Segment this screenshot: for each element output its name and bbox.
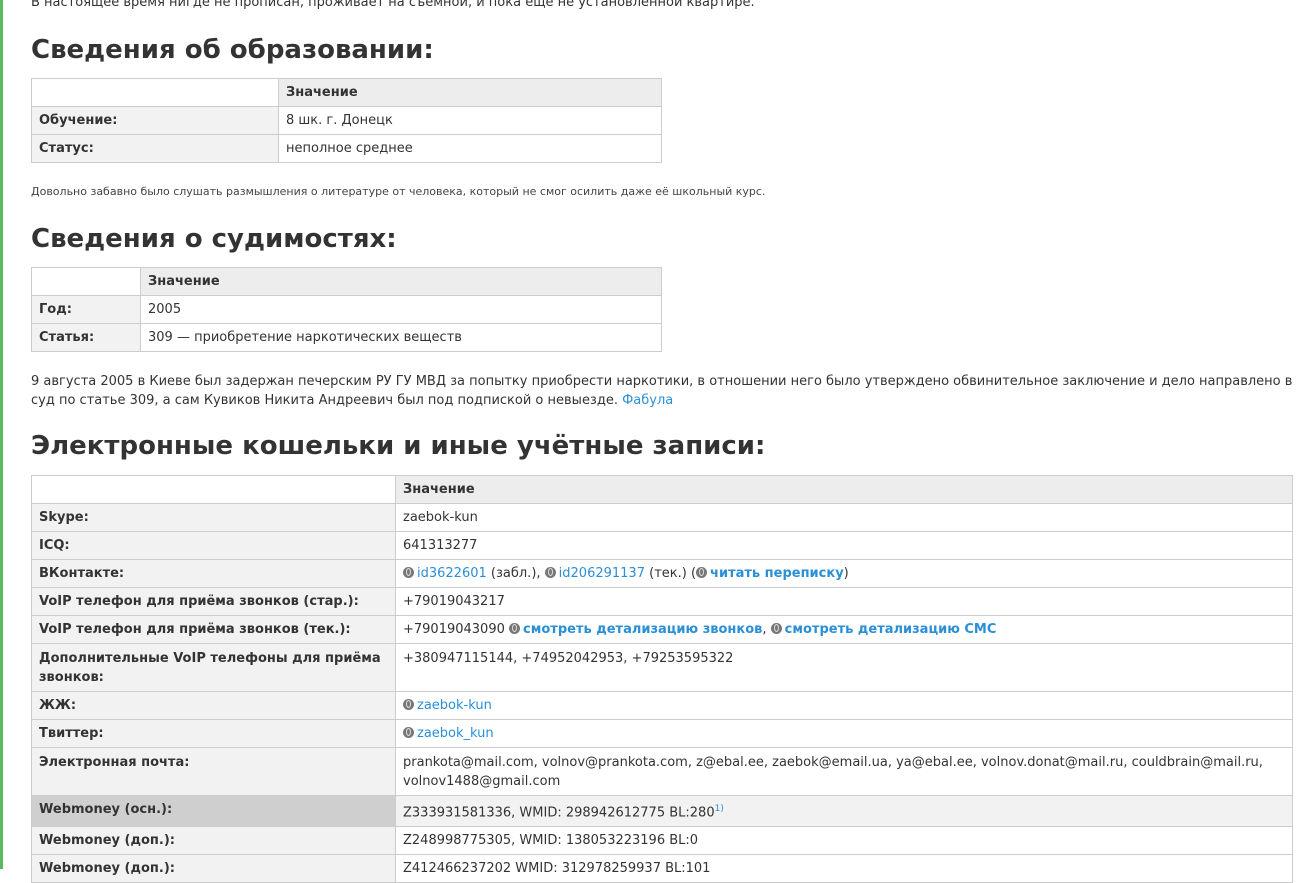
vk-note: (забл.), bbox=[490, 566, 541, 581]
value-header: Значение bbox=[395, 475, 1293, 504]
footnote-link[interactable]: 1) bbox=[715, 804, 724, 814]
table-row: Год: 2005 bbox=[31, 295, 662, 324]
vk-note: (тек.) ( bbox=[649, 566, 697, 581]
empty-header-cell bbox=[31, 78, 279, 107]
sms-details-link[interactable]: смотреть детализацию СМС bbox=[785, 622, 997, 637]
row-key: Webmoney (доп.): bbox=[31, 826, 396, 856]
row-key: Skype: bbox=[31, 503, 396, 532]
row-key: ЖЖ: bbox=[31, 691, 396, 720]
globe-icon bbox=[770, 623, 782, 634]
table-row: Webmoney (осн.): Z333931581336, WMID: 29… bbox=[31, 794, 1293, 828]
row-key: Год: bbox=[31, 295, 141, 324]
row-value: zaebok-kun bbox=[395, 691, 1293, 720]
row-key: ВКонтакте: bbox=[31, 559, 396, 588]
call-details-link[interactable]: смотреть детализацию звонков bbox=[523, 622, 762, 637]
table-row: Статус: неполное среднее bbox=[31, 134, 662, 163]
table-row: Твиттер: zaebok_kun bbox=[31, 719, 1293, 748]
value-header: Значение bbox=[140, 267, 662, 296]
row-key: ICQ: bbox=[31, 531, 396, 560]
row-value: +380947115144, +74952042953, +7925359532… bbox=[395, 643, 1293, 692]
voip-number: +79019043090 bbox=[403, 622, 505, 637]
row-value: 641313277 bbox=[395, 531, 1293, 560]
table-row: Дополнительные VoIP телефоны для приёма … bbox=[31, 643, 1293, 692]
row-key: Обучение: bbox=[31, 106, 279, 135]
convictions-heading: Сведения о судимостях: bbox=[31, 224, 397, 254]
globe-icon bbox=[544, 567, 556, 578]
empty-header-cell bbox=[31, 267, 141, 296]
twitter-link[interactable]: zaebok_kun bbox=[417, 726, 494, 741]
row-value: zaebok_kun bbox=[395, 719, 1293, 748]
table-row: VoIP телефон для приёма звонков (тек.): … bbox=[31, 615, 1293, 644]
globe-icon bbox=[403, 699, 414, 710]
empty-header-cell bbox=[31, 475, 396, 504]
row-value: id3622601 (забл.), id206291137 (тек.) ( ч… bbox=[395, 559, 1293, 588]
table-row: Обучение: 8 шк. г. Донецк bbox=[31, 106, 662, 135]
globe-icon bbox=[403, 567, 414, 578]
vk-link-id3622601[interactable]: id3622601 bbox=[417, 566, 487, 581]
vk-close-paren: ) bbox=[843, 566, 849, 581]
table-row: Статья: 309 — приобретение наркотических… bbox=[31, 323, 662, 352]
table-header-row: Значение bbox=[31, 78, 662, 107]
table-row: Электронная почта: prankota@mail.com, vo… bbox=[31, 747, 1293, 796]
row-key: VoIP телефон для приёма звонков (стар.): bbox=[31, 587, 396, 616]
read-messages-link[interactable]: читать переписку bbox=[710, 566, 844, 581]
convictions-table: Значение Год: 2005 Статья: 309 — приобре… bbox=[31, 267, 662, 352]
row-key: VoIP телефон для приёма звонков (тек.): bbox=[31, 615, 396, 644]
row-key: Статус: bbox=[31, 134, 279, 163]
globe-icon bbox=[509, 623, 521, 634]
fabula-link[interactable]: Фабула bbox=[622, 393, 673, 408]
row-value: 309 — приобретение наркотических веществ bbox=[140, 323, 662, 352]
row-value: +79019043217 bbox=[395, 587, 1293, 616]
accounts-table: Значение Skype: zaebok-kun ICQ: 64131327… bbox=[31, 475, 1293, 883]
table-header-row: Значение bbox=[31, 267, 662, 296]
convictions-paragraph: 9 августа 2005 в Киеве был задержан пече… bbox=[31, 372, 1293, 410]
row-value: Z333931581336, WMID: 298942612775 BL:280… bbox=[395, 794, 1293, 828]
accounts-heading: Электронные кошельки и иные учётные запи… bbox=[31, 431, 766, 461]
row-value: 8 шк. г. Донецк bbox=[278, 106, 662, 135]
globe-icon bbox=[403, 727, 414, 738]
vk-link-id206291137[interactable]: id206291137 bbox=[559, 566, 645, 581]
table-row: ВКонтакте: id3622601 (забл.), id20629113… bbox=[31, 559, 1293, 588]
row-key: Твиттер: bbox=[31, 719, 396, 748]
table-row: Skype: zaebok-kun bbox=[31, 503, 1293, 532]
row-key: Электронная почта: bbox=[31, 747, 396, 796]
table-row: Webmoney (доп.): Z248998775305, WMID: 13… bbox=[31, 826, 1293, 856]
table-row: VoIP телефон для приёма звонков (стар.):… bbox=[31, 587, 1293, 616]
row-value: неполное среднее bbox=[278, 134, 662, 163]
row-value: +79019043090 смотреть детализацию звонко… bbox=[395, 615, 1293, 644]
residence-text: В настоящее время нигде не прописан, про… bbox=[31, 0, 755, 10]
webmoney-main-value: Z333931581336, WMID: 298942612775 BL:280 bbox=[403, 805, 715, 821]
row-key: Дополнительные VoIP телефоны для приёма … bbox=[31, 643, 396, 692]
table-row: ICQ: 641313277 bbox=[31, 531, 1293, 560]
globe-icon bbox=[696, 567, 708, 578]
education-heading: Сведения об образовании: bbox=[31, 35, 434, 65]
table-row: ЖЖ: zaebok-kun bbox=[31, 691, 1293, 720]
row-value: 2005 bbox=[140, 295, 662, 324]
row-value: Z248998775305, WMID: 138053223196 BL:0 bbox=[395, 826, 1293, 856]
row-value: prankota@mail.com, volnov@prankota.com, … bbox=[395, 747, 1293, 796]
row-key: Статья: bbox=[31, 323, 141, 352]
row-value: zaebok-kun bbox=[395, 503, 1293, 532]
row-key: Webmoney (осн.): bbox=[31, 794, 396, 828]
education-table: Значение Обучение: 8 шк. г. Донецк Стату… bbox=[31, 78, 662, 163]
table-header-row: Значение bbox=[31, 475, 1293, 504]
education-note: Довольно забавно было слушать размышлени… bbox=[31, 185, 766, 198]
left-accent-bar bbox=[0, 0, 3, 869]
lj-link[interactable]: zaebok-kun bbox=[417, 698, 492, 713]
separator: , bbox=[762, 622, 767, 637]
value-header: Значение bbox=[278, 78, 662, 107]
